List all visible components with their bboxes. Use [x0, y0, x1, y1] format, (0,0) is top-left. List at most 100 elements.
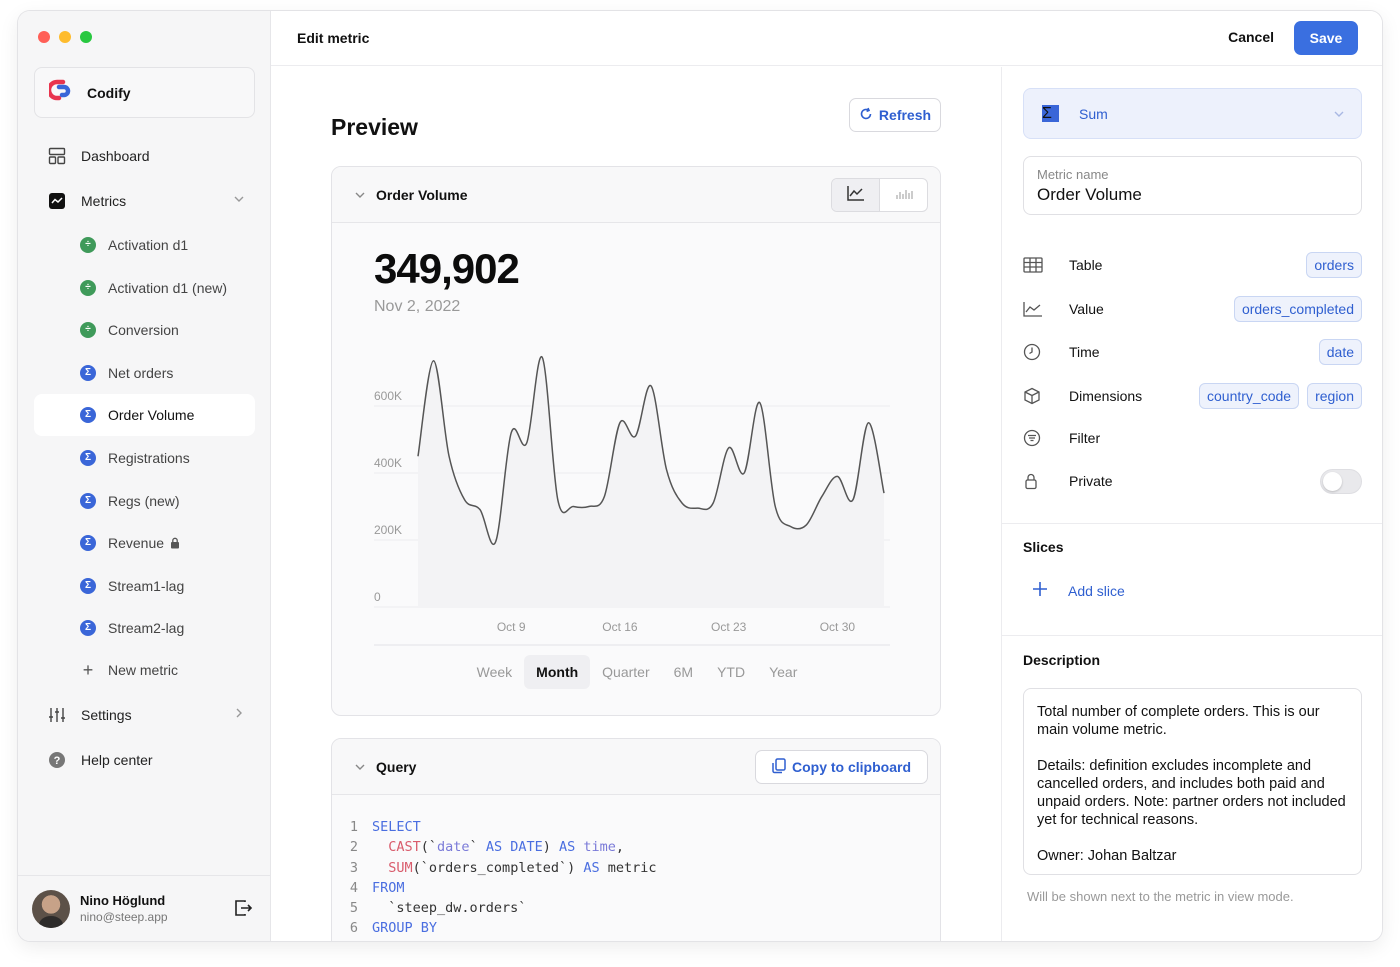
- window-controls: [38, 31, 92, 43]
- y-tick-label: 400K: [374, 456, 402, 470]
- code-token: SUM: [388, 859, 413, 876]
- copy-to-clipboard-button[interactable]: Copy to clipboard: [755, 750, 928, 784]
- metric-name-field[interactable]: Metric name Order Volume: [1023, 156, 1362, 215]
- lock-icon: [170, 537, 180, 549]
- y-tick-label: 0: [374, 590, 381, 604]
- sidebar-item-help[interactable]: ? Help center: [34, 740, 255, 780]
- user-email: nino@steep.app: [80, 910, 168, 924]
- save-button[interactable]: Save: [1294, 21, 1358, 55]
- sidebar-metric-item[interactable]: ÷ Activation d1 (new): [34, 267, 255, 309]
- chevron-down-icon[interactable]: [233, 193, 245, 208]
- range-option[interactable]: Quarter: [590, 655, 661, 689]
- sidebar-metric-item[interactable]: ÷ Activation d1: [34, 224, 255, 266]
- aggregation-select[interactable]: Σ Sum: [1023, 88, 1362, 139]
- code-line: 1 SELECT: [332, 819, 940, 839]
- new-metric-button[interactable]: + New metric: [34, 649, 255, 691]
- sidebar-metric-item[interactable]: Σ Regs (new): [34, 480, 255, 522]
- x-tick-label: Oct 16: [602, 620, 638, 634]
- sql-code-block[interactable]: 1 SELECT 2 CAST (` date ` AS DATE) AS time, 3 …: [332, 819, 940, 941]
- series-area: [418, 356, 884, 607]
- code-line: 4 FROM: [332, 879, 940, 900]
- aggregation-value: Sum: [1079, 105, 1108, 122]
- refresh-button[interactable]: Refresh: [849, 98, 941, 132]
- chevron-down-icon[interactable]: [354, 761, 366, 773]
- chart-card: Order Volume 349,902 Nov 2, 2022 0 200K …: [331, 166, 941, 716]
- code-line: 6 GROUP BY: [332, 920, 940, 940]
- range-option[interactable]: Year: [757, 655, 809, 689]
- line-number: 2: [349, 839, 358, 856]
- time-chip[interactable]: date: [1318, 339, 1362, 365]
- range-option[interactable]: Month: [524, 655, 591, 689]
- y-tick-label: 200K: [374, 523, 402, 537]
- svg-text:?: ?: [54, 755, 61, 767]
- minimize-window-button[interactable]: [59, 31, 71, 43]
- table-label: Table: [1069, 257, 1103, 273]
- code-token: `steep_dw.orders`: [372, 900, 527, 917]
- line-number: 6: [349, 920, 358, 937]
- sidebar-item-label: Metrics: [81, 193, 127, 209]
- logout-icon[interactable]: [233, 898, 253, 923]
- add-slice-button[interactable]: Add slice: [1032, 581, 1125, 600]
- top-bar: Edit metric Cancel Save: [271, 11, 1382, 66]
- workspace-switcher[interactable]: Codify: [34, 67, 255, 118]
- help-icon: ?: [48, 751, 66, 769]
- metric-label: Regs (new): [108, 492, 180, 509]
- close-window-button[interactable]: [38, 31, 50, 43]
- metric-name-input[interactable]: Order Volume: [1037, 185, 1348, 205]
- value-label: Value: [1069, 301, 1104, 317]
- clipboard-icon: [772, 757, 786, 777]
- description-textarea[interactable]: Total number of complete orders. This is…: [1023, 688, 1362, 875]
- sum-icon: Σ: [80, 492, 96, 509]
- property-filter[interactable]: Filter: [1023, 425, 1362, 451]
- sidebar-metric-item[interactable]: Σ Order Volume: [34, 394, 255, 437]
- query-card-title: Query: [376, 758, 417, 775]
- sum-icon: Σ: [80, 535, 96, 552]
- sidebar-metric-item[interactable]: Σ Registrations: [34, 437, 255, 479]
- sidebar-metric-item[interactable]: Σ Stream1-lag: [34, 565, 255, 607]
- sidebar-item-label: Settings: [81, 707, 132, 723]
- sum-icon: Σ: [80, 620, 96, 637]
- range-option[interactable]: 6M: [662, 655, 705, 689]
- query-card: Query Copy to clipboard 1 SELECT 2 CAST (` d…: [331, 738, 941, 941]
- new-metric-label: New metric: [108, 662, 179, 678]
- dimension-chip[interactable]: region: [1307, 383, 1362, 409]
- code-token: AS DATE: [485, 839, 543, 856]
- sidebar-metric-item[interactable]: Σ Stream2-lag: [34, 607, 255, 649]
- dimensions-label: Dimensions: [1069, 388, 1143, 404]
- user-name: Nino Höglund: [80, 893, 166, 908]
- value-chip[interactable]: orders_completed: [1233, 296, 1362, 322]
- code-token: GROUP BY: [372, 920, 438, 937]
- metric-label: Net orders: [108, 364, 174, 381]
- metric-label: Revenue: [108, 535, 165, 552]
- zoom-window-button[interactable]: [80, 31, 92, 43]
- table-chip[interactable]: orders: [1306, 252, 1362, 278]
- sidebar-item-settings[interactable]: Settings: [34, 695, 255, 735]
- workspace-name: Codify: [87, 84, 131, 101]
- code-token: AS: [559, 839, 576, 856]
- slices-title: Slices: [1023, 539, 1064, 555]
- sidebar-item-label: Help center: [81, 752, 153, 768]
- metrics-icon: [48, 192, 66, 210]
- sidebar-metric-item[interactable]: Σ Revenue: [34, 522, 255, 564]
- sidebar: Codify Dashboard Metrics ÷ Activation d1 ÷…: [18, 11, 271, 941]
- sidebar-item-metrics[interactable]: Metrics: [34, 181, 255, 221]
- metric-label: Stream2-lag: [108, 620, 185, 637]
- range-option[interactable]: YTD: [705, 655, 757, 689]
- cancel-button[interactable]: Cancel: [1228, 29, 1274, 45]
- sidebar-metric-item[interactable]: Σ Net orders: [34, 352, 255, 394]
- metric-name-label: Metric name: [1037, 167, 1109, 182]
- private-toggle[interactable]: [1320, 469, 1362, 494]
- line-number: 4: [349, 879, 358, 896]
- range-option[interactable]: Week: [465, 655, 525, 689]
- code-token: ,: [615, 839, 625, 856]
- preview-title: Preview: [331, 114, 418, 140]
- sidebar-item-dashboard[interactable]: Dashboard: [34, 136, 255, 176]
- chevron-right-icon[interactable]: [233, 707, 245, 722]
- metric-label: Conversion: [108, 322, 179, 339]
- dashboard-icon: [48, 147, 66, 165]
- dimension-chip[interactable]: country_code: [1199, 383, 1300, 409]
- code-token: metric: [599, 859, 657, 876]
- sliders-icon: [48, 706, 66, 724]
- sidebar-metric-item[interactable]: ÷ Conversion: [34, 309, 255, 351]
